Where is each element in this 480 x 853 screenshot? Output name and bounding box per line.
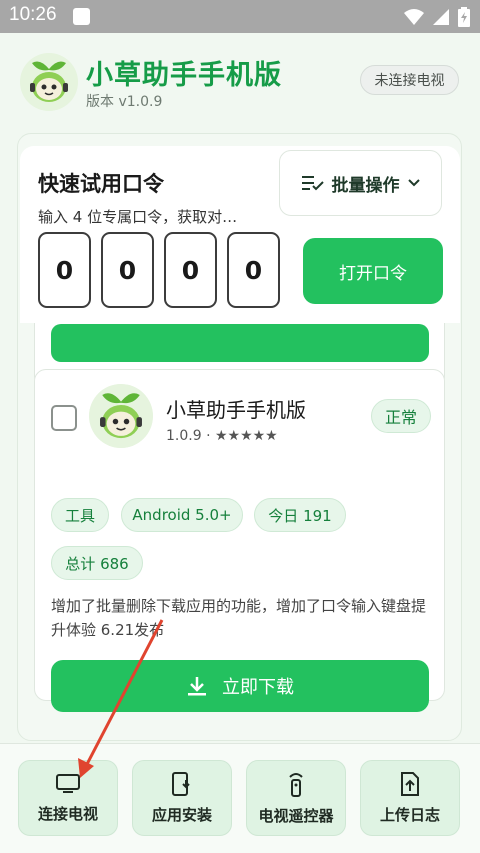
app-card: 小草助手手机版 1.0.9 · ★★★★★ 正常 工具 Android 5.0+… xyxy=(34,369,445,712)
previous-download-button[interactable] xyxy=(51,324,429,362)
app-description: 增加了批量删除下载应用的功能，增加了口令输入键盘提升体验 6.21发布 xyxy=(51,597,427,639)
tag-android-version: Android 5.0+ xyxy=(121,498,243,532)
tv-icon xyxy=(56,773,80,793)
phone-install-icon xyxy=(172,771,190,796)
bottom-nav: 连接电视 应用安装 电视遥控器 上传日志 xyxy=(0,743,480,853)
status-badge: 正常 xyxy=(371,399,431,433)
app-title: 小草助手手机版 xyxy=(86,60,282,91)
status-icons xyxy=(404,7,470,27)
upload-file-icon xyxy=(401,771,419,796)
quick-code-subtitle: 输入 4 位专属口令，获取对… xyxy=(38,208,238,226)
nav-tv-remote[interactable]: 电视遥控器 xyxy=(246,760,346,836)
nav-connect-tv-label: 连接电视 xyxy=(37,804,98,823)
nav-connect-tv[interactable]: 连接电视 xyxy=(18,760,118,836)
tag-today-count: 今日 191 xyxy=(254,498,346,532)
status-bar: 10:26 xyxy=(0,0,480,33)
connection-status-badge[interactable]: 未连接电视 xyxy=(360,65,459,95)
batch-operation-label: 批量操作 xyxy=(331,175,400,196)
nav-app-install[interactable]: 应用安装 xyxy=(132,760,232,836)
remote-icon xyxy=(289,772,303,797)
quick-code-title: 快速试用口令 xyxy=(38,172,164,196)
nav-upload-log-label: 上传日志 xyxy=(379,805,440,824)
status-time: 10:26 xyxy=(9,4,57,25)
battery-icon xyxy=(458,7,470,27)
notification-icon xyxy=(73,8,90,25)
quick-code-panel: 快速试用口令 输入 4 位专属口令，获取对… 批量操作 0 0 0 0 打开口令 xyxy=(20,146,460,323)
tag-total-count: 总计 686 xyxy=(51,546,143,580)
download-icon xyxy=(188,677,206,696)
nav-tv-remote-label: 电视遥控器 xyxy=(258,806,334,825)
app-logo xyxy=(20,53,78,111)
code-digit-2[interactable]: 0 xyxy=(101,232,154,308)
app-version: 版本 v1.0.9 xyxy=(86,94,163,110)
select-checkbox[interactable] xyxy=(51,405,77,431)
tag-category: 工具 xyxy=(51,498,109,532)
app-card-meta: 1.0.9 · ★★★★★ xyxy=(166,428,278,444)
download-label: 立即下载 xyxy=(222,677,294,698)
nav-app-install-label: 应用安装 xyxy=(151,805,212,824)
chevron-down-icon xyxy=(407,179,420,187)
signal-icon xyxy=(433,9,449,25)
download-button[interactable]: 立即下载 xyxy=(51,660,429,712)
code-digit-3[interactable]: 0 xyxy=(164,232,217,308)
app-card-name: 小草助手手机版 xyxy=(166,398,306,422)
checklist-icon xyxy=(301,176,324,191)
app-header: 小草助手手机版 版本 v1.0.9 未连接电视 xyxy=(0,33,480,133)
batch-operation-button[interactable]: 批量操作 xyxy=(279,150,442,216)
code-digit-4[interactable]: 0 xyxy=(227,232,280,308)
app-screen: 小草助手手机版 版本 v1.0.9 未连接电视 快速试用口令 输入 4 位专属口… xyxy=(0,33,480,853)
code-digit-1[interactable]: 0 xyxy=(38,232,91,308)
wifi-icon xyxy=(404,9,424,25)
nav-upload-log[interactable]: 上传日志 xyxy=(360,760,460,836)
open-code-button[interactable]: 打开口令 xyxy=(303,238,443,304)
app-card-icon xyxy=(89,384,153,448)
